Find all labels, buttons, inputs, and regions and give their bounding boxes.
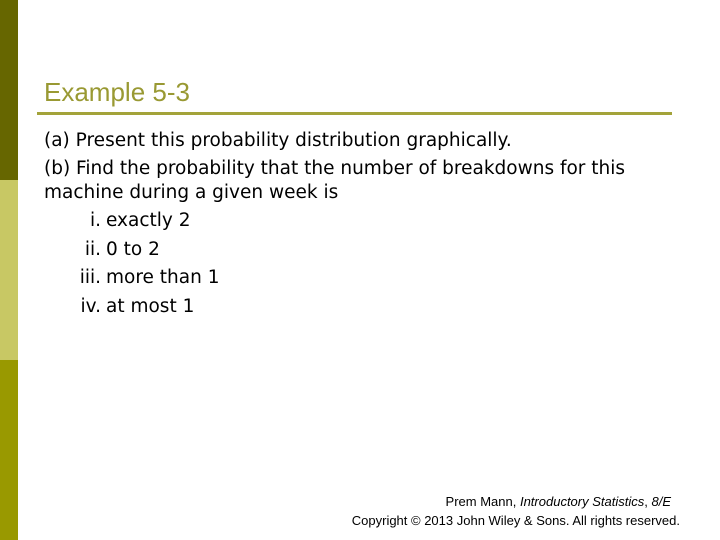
footer-citation: Prem Mann, Introductory Statistics, 8/E …	[352, 492, 680, 530]
slide-body: (a) Present this probability distributio…	[44, 127, 625, 321]
footer-author: Prem Mann,	[445, 494, 520, 509]
sub-question-list: i. exactly 2 ii. 0 to 2 iii. more than 1…	[44, 207, 625, 321]
sub-question-number: i.	[89, 210, 101, 231]
sub-question-item: iii. more than 1	[44, 264, 625, 293]
sub-question-number: iii.	[79, 267, 101, 288]
part-b-text-line2: machine during a given week is	[44, 182, 339, 203]
sub-question-number: iv.	[80, 295, 101, 317]
decorative-side-bar-top	[0, 0, 18, 180]
sub-question-item: iv. at most 1	[44, 293, 625, 322]
sub-question-item: i. exactly 2	[44, 207, 625, 236]
decorative-side-bar-bottom	[0, 360, 18, 540]
decorative-side-bar-middle	[0, 180, 18, 360]
sub-question-item: ii. 0 to 2	[44, 236, 625, 265]
title-underline-divider	[37, 112, 672, 115]
sub-question-text: 0 to 2	[106, 238, 160, 260]
sub-question-text: exactly 2	[106, 210, 191, 231]
sub-question-number: ii.	[84, 238, 101, 260]
footer-edition: 8/E	[651, 494, 671, 509]
footer-book-title: Introductory Statistics	[519, 494, 645, 509]
part-a-text: (a) Present this probability distributio…	[44, 130, 512, 151]
slide-title: Example 5-3	[44, 77, 190, 107]
footer-copyright: Copyright © 2013 John Wiley & Sons. All …	[351, 513, 680, 528]
sub-question-text: more than 1	[106, 267, 220, 288]
footer-book-credit: Prem Mann, Introductory Statistics, 8/E	[352, 492, 680, 511]
sub-question-text: at most 1	[106, 295, 195, 317]
